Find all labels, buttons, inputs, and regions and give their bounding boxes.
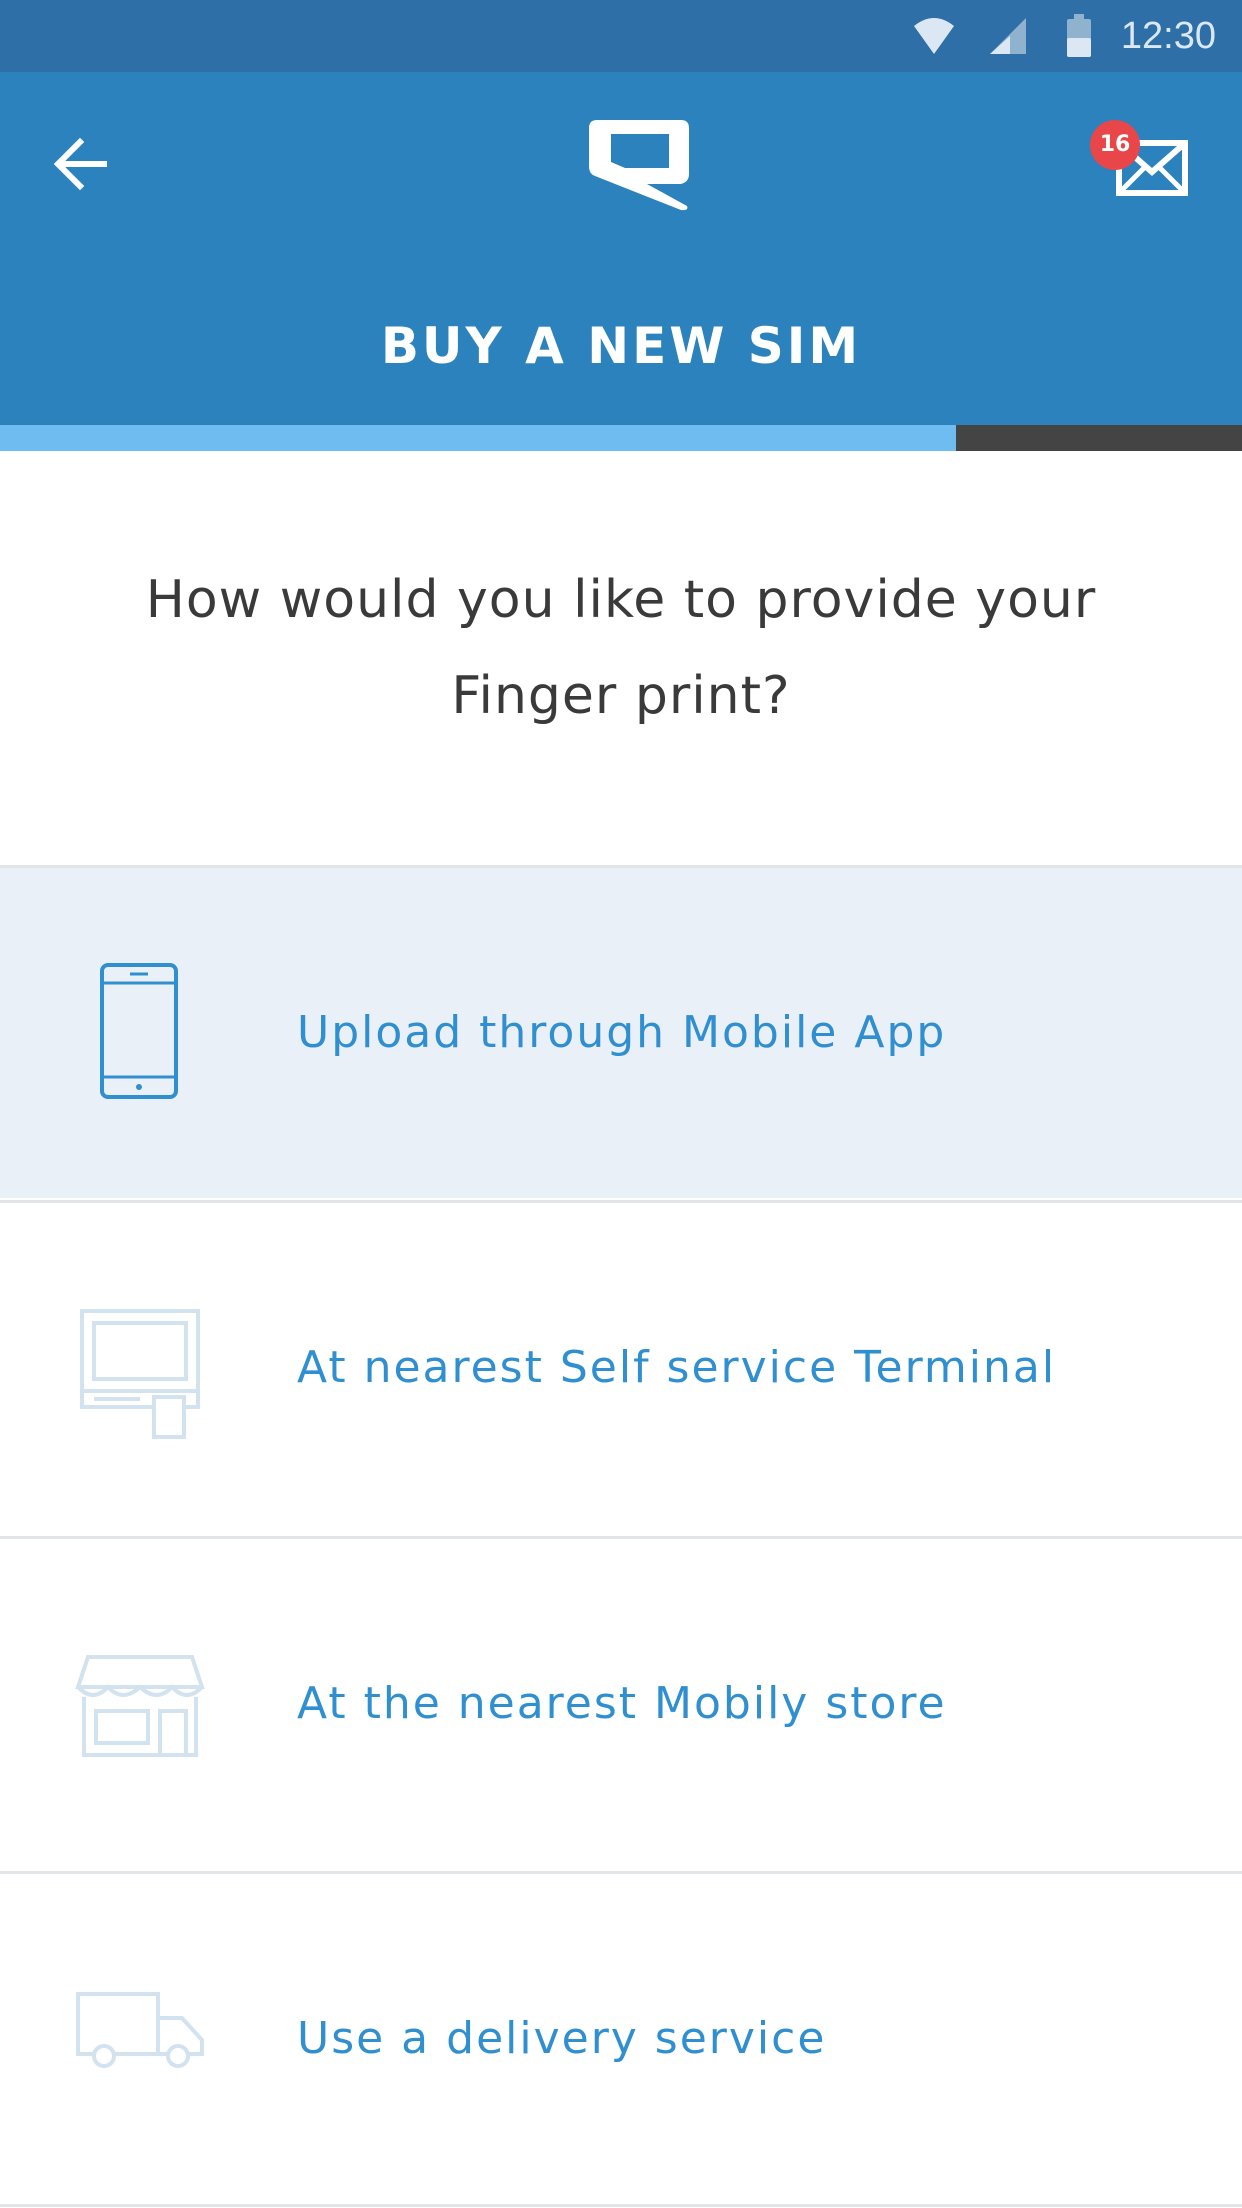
option-delivery-service[interactable]: Use a delivery service xyxy=(0,1874,1242,2204)
back-button[interactable] xyxy=(44,124,124,204)
kiosk-terminal-icon xyxy=(80,1309,200,1439)
arrow-left-icon xyxy=(53,137,107,191)
notification-badge: 16 xyxy=(1090,120,1140,170)
delivery-truck-icon xyxy=(76,1992,204,2068)
option-mobile-app[interactable]: Upload through Mobile App xyxy=(0,868,1242,1198)
option-mobily-store[interactable]: At the nearest Mobily store xyxy=(0,1539,1242,1869)
battery-icon xyxy=(1067,14,1091,57)
option-label: Use a delivery service xyxy=(297,2013,827,2064)
option-self-service-terminal[interactable]: At nearest Self service Terminal xyxy=(0,1203,1242,1533)
progress-bar xyxy=(0,425,1242,451)
option-label: At nearest Self service Terminal xyxy=(297,1342,1057,1393)
page-title: BUY A NEW SIM xyxy=(380,317,862,375)
app-header: 16 BUY A NEW SIM xyxy=(0,72,1242,425)
inbox-button[interactable]: 16 xyxy=(1090,120,1200,210)
wifi-icon xyxy=(914,18,954,54)
store-icon xyxy=(75,1655,205,1757)
status-time: 12:30 xyxy=(1120,15,1216,57)
smartphone-icon xyxy=(100,963,178,1099)
question-text: How would you like to provide your Finge… xyxy=(145,570,1097,726)
option-label: Upload through Mobile App xyxy=(297,1007,947,1058)
divider xyxy=(0,2204,1242,2207)
signal-icon xyxy=(990,18,1026,54)
option-label: At the nearest Mobily store xyxy=(297,1678,947,1729)
progress-fill xyxy=(0,425,957,451)
status-bar: 12:30 xyxy=(0,0,1242,72)
mobily-logo-icon xyxy=(589,120,689,211)
